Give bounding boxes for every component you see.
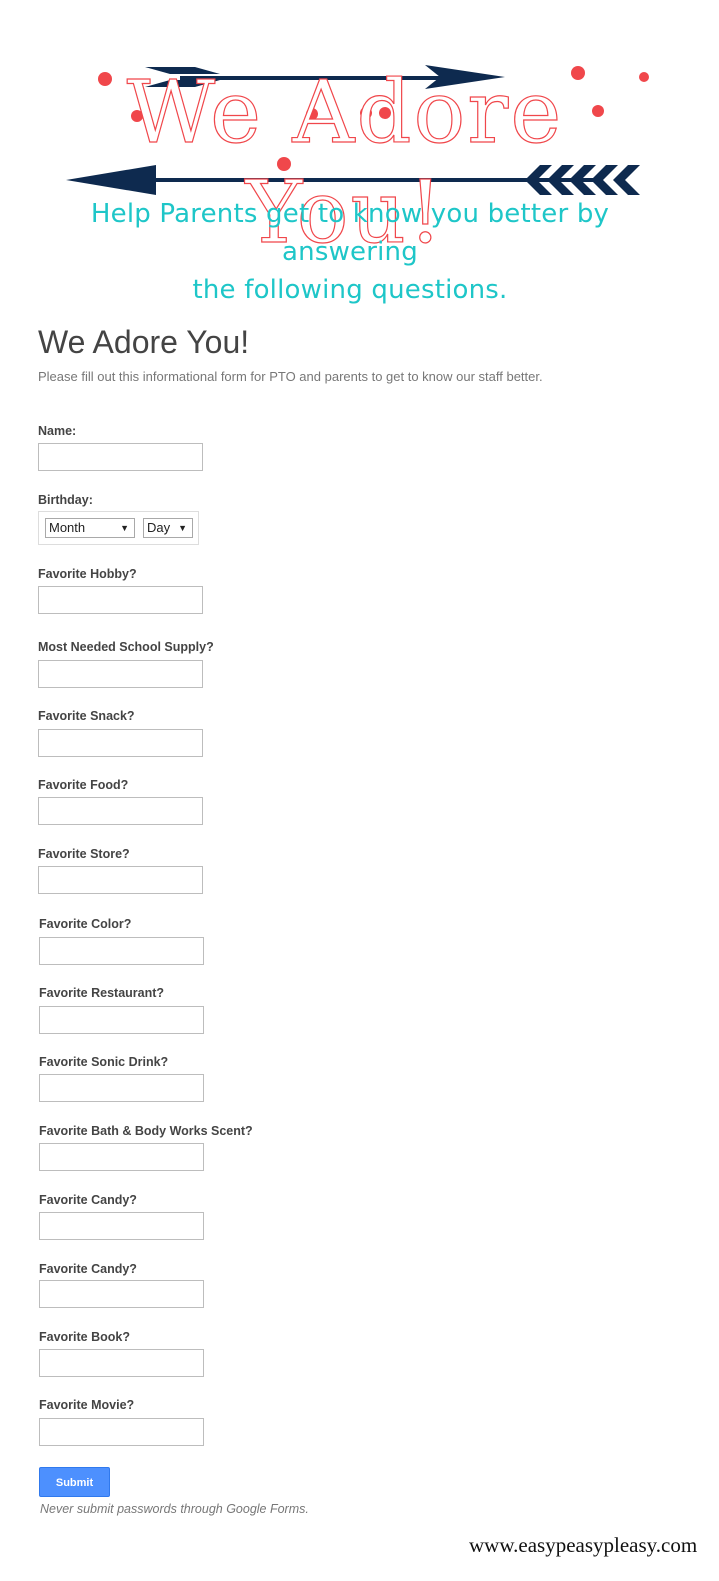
birthday-label: Birthday: xyxy=(38,493,93,507)
restaurant-input[interactable] xyxy=(39,1006,204,1034)
name-label: Name: xyxy=(38,424,77,438)
header-banner: We Adore You! Help Parents get to know y… xyxy=(30,55,690,305)
question-label: Favorite Hobby? xyxy=(38,567,137,581)
question-label: Favorite Store? xyxy=(38,847,130,861)
birthday-field: Month ▼ Day ▼ xyxy=(38,511,199,545)
sonic-drink-input[interactable] xyxy=(39,1074,204,1102)
month-select-value: Month xyxy=(49,520,86,535)
store-input[interactable] xyxy=(38,866,203,894)
question-label: Favorite Candy? xyxy=(39,1193,137,1207)
question-label: Favorite Color? xyxy=(39,917,132,931)
banner-subtitle-line1: Help Parents get to know you better by a… xyxy=(90,199,610,267)
book-input[interactable] xyxy=(39,1349,204,1377)
question-label: Favorite Restaurant? xyxy=(39,986,165,1000)
question-label: Favorite Sonic Drink? xyxy=(39,1055,169,1069)
color-input[interactable] xyxy=(39,937,204,965)
submit-button[interactable]: Submit xyxy=(39,1467,110,1497)
question-label: Favorite Movie? xyxy=(39,1398,135,1412)
password-warning: Never submit passwords through Google Fo… xyxy=(40,1502,309,1516)
day-select[interactable]: Day ▼ xyxy=(143,518,193,538)
question-label: Favorite Candy? xyxy=(39,1262,137,1276)
dropdown-arrow-icon: ▼ xyxy=(120,523,129,533)
question-label: Favorite Food? xyxy=(38,778,129,792)
banner-subtitle: Help Parents get to know you better by a… xyxy=(30,195,670,309)
snack-input[interactable] xyxy=(38,729,203,757)
dropdown-arrow-icon: ▼ xyxy=(178,523,187,533)
candy-input[interactable] xyxy=(39,1212,204,1240)
food-input[interactable] xyxy=(38,797,203,825)
name-input[interactable] xyxy=(38,443,203,471)
form-description: Please fill out this informational form … xyxy=(38,369,543,384)
site-credit: www.easypeasypleasy.com xyxy=(469,1533,698,1557)
question-label: Favorite Bath & Body Works Scent? xyxy=(39,1124,253,1138)
candy-2-input[interactable] xyxy=(39,1280,204,1308)
school-supply-input[interactable] xyxy=(38,660,203,688)
banner-subtitle-line2: the following questions. xyxy=(192,275,508,305)
movie-input[interactable] xyxy=(39,1418,204,1446)
question-label: Favorite Book? xyxy=(39,1330,130,1344)
month-select[interactable]: Month ▼ xyxy=(45,518,135,538)
question-label: Most Needed School Supply? xyxy=(38,640,214,654)
form-title: We Adore You! xyxy=(38,324,250,360)
form-header: We Adore You! Please fill out this infor… xyxy=(38,320,678,386)
bath-body-scent-input[interactable] xyxy=(39,1143,204,1171)
question-label: Favorite Snack? xyxy=(38,709,135,723)
day-select-value: Day xyxy=(147,520,171,535)
hobby-input[interactable] xyxy=(38,586,203,614)
